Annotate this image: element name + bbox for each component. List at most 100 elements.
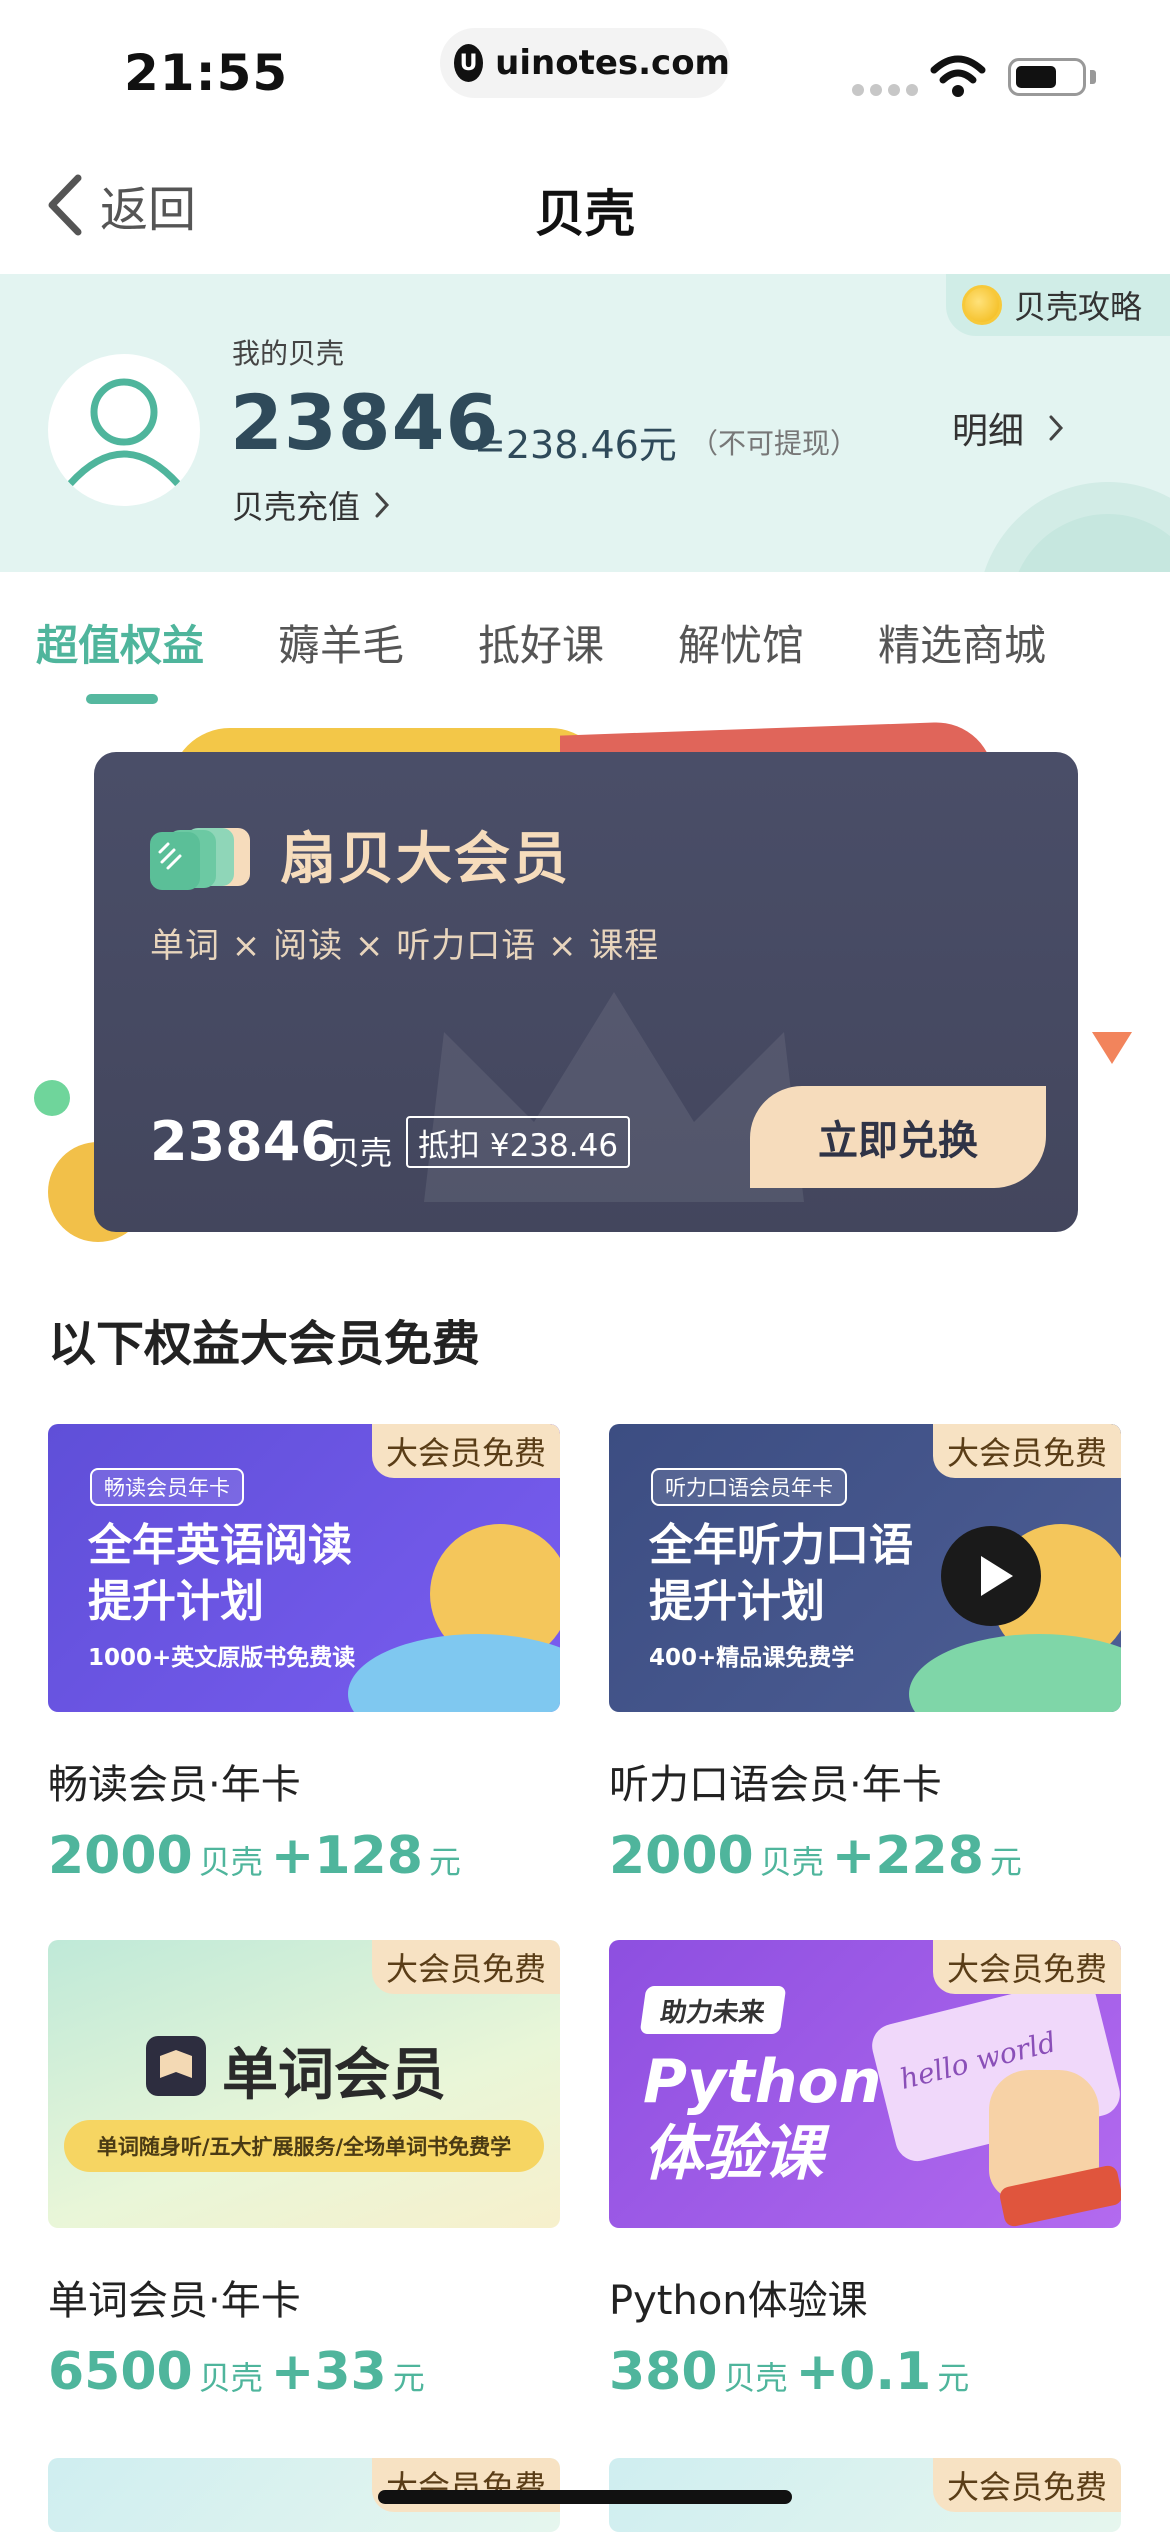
thumb-title: 全年听力口语 提升计划 [649,1518,913,1630]
url-text: uinotes.com [495,43,730,83]
tab-value-benefits[interactable]: 超值权益 [36,612,204,673]
shell-fan-icon [150,828,250,890]
battery-icon [1008,58,1086,96]
product-card[interactable]: 听力口语会员年卡 全年听力口语 提升计划 400+精品课免费学 大会员免费 听力… [609,1424,1121,1886]
thumb-subtitle: 1000+英文原版书免费读 [88,1645,356,1671]
battery-nub [1090,70,1096,84]
thumb-title: 单词会员 [222,2043,446,2108]
price-yuan: 228 [875,1826,984,1886]
decor-wave [909,1634,1121,1712]
thumb-chip: 听力口语会员年卡 [651,1468,847,1506]
cellular-signal-icon [852,84,918,96]
coin-icon [962,285,1002,325]
home-indicator [378,2490,792,2504]
price-shells: 6500 [48,2342,193,2402]
recharge-label: 贝壳充值 [232,488,361,526]
thumb-title-line: 体验课 [643,2119,823,2189]
price-yuan-unit: 元 [937,2359,970,2397]
product-name: 单词会员·年卡 [48,2278,301,2324]
thumb-title-line: 全年听力口语 [649,1520,913,1571]
vip-points: 23846 [150,1110,338,1173]
tab-indicator [86,694,158,704]
price-yuan-unit: 元 [428,1843,461,1881]
guide-label: 贝壳攻略 [1014,288,1143,326]
tab-courses[interactable]: 抵好课 [478,612,604,673]
price-shells: 380 [609,2342,718,2402]
product-thumbnail: 畅读会员年卡 全年英语阅读 提升计划 1000+英文原版书免费读 大会员免费 [48,1424,560,1712]
play-icon [941,1526,1041,1626]
decor-wave [348,1634,560,1712]
section-title: 以下权益大会员免费 [48,1316,481,1372]
product-name: Python体验课 [609,2278,868,2324]
chevron-right-icon [1049,415,1064,441]
chevron-right-icon [375,492,390,518]
product-card[interactable]: 畅读会员年卡 全年英语阅读 提升计划 1000+英文原版书免费读 大会员免费 畅… [48,1424,560,1886]
nav-bar: 返回 贝壳 [0,140,1170,274]
product-price: 2000 贝壳 + 228 元 [609,1826,1121,1886]
price-shell-unit: 贝壳 [198,2359,263,2397]
detail-label: 明细 [952,411,1025,452]
detail-link[interactable]: 明细 [952,402,1064,454]
thumb-chip: 助力未来 [639,1986,787,2034]
guide-button[interactable]: 贝壳攻略 [946,274,1170,336]
price-plus: + [270,1826,315,1886]
withdraw-note: （不可提现） [690,427,859,460]
product-price: 2000 贝壳 + 128 元 [48,1826,560,1886]
word-book-icon [146,2036,206,2096]
tab-deals[interactable]: 薅羊毛 [278,612,404,673]
price-shell-unit: 贝壳 [759,1843,824,1881]
tab-mall[interactable]: 精选商城 [878,612,1046,673]
product-price: 6500 贝壳 + 33 元 [48,2342,560,2402]
redeem-button[interactable]: 立即兑换 [750,1086,1046,1188]
price-shell-unit: 贝壳 [723,2359,788,2397]
url-pill[interactable]: U uinotes.com [440,28,730,98]
product-name: 畅读会员·年卡 [48,1762,301,1808]
vip-title: 扇贝大会员 [280,827,570,892]
price-yuan: 33 [314,2342,387,2402]
thumb-title-line: Python [643,2047,882,2117]
status-bar: 21:55 U uinotes.com [0,0,1170,140]
product-price: 380 贝壳 + 0.1 元 [609,2342,1121,2402]
product-thumbnail: 听力口语会员年卡 全年听力口语 提升计划 400+精品课免费学 大会员免费 [609,1424,1121,1712]
product-name: 听力口语会员·年卡 [609,1762,942,1808]
price-yuan: 128 [314,1826,423,1886]
balance-equivalent: =238.46元 [474,423,677,467]
avatar[interactable] [48,354,200,506]
wallet-header: 贝壳攻略 我的贝壳 23846 =238.46元 （不可提现） 贝壳充值 明细 [0,274,1170,572]
vip-free-badge: 大会员免费 [932,2458,1121,2512]
product-card[interactable]: 单词会员 单词随身听/五大扩展服务/全场单词书免费学 大会员免费 单词会员·年卡… [48,1940,560,2402]
recharge-link[interactable]: 贝壳充值 [232,482,390,528]
status-time: 21:55 [124,44,289,102]
price-plus: + [270,2342,315,2402]
vip-deduct-tag: 抵扣 ¥238.46 [406,1116,631,1168]
price-yuan-unit: 元 [392,2359,425,2397]
thumb-title-line: 全年英语阅读 [88,1520,352,1571]
vip-free-badge: 大会员免费 [932,1940,1121,1994]
wifi-icon [930,55,986,97]
category-tabs: 超值权益 薅羊毛 抵好课 解忧馆 精选商城 [0,572,1170,706]
user-icon [66,378,182,488]
price-shells: 2000 [609,1826,754,1886]
thumb-title: 全年英语阅读 提升计划 [88,1518,352,1630]
price-yuan-unit: 元 [989,1843,1022,1881]
price-yuan: 0.1 [839,2342,932,2402]
vip-subtitle: 单词 × 阅读 × 听力口语 × 课程 [150,926,660,966]
vip-free-badge: 大会员免费 [932,1424,1121,1478]
price-plus: + [795,2342,840,2402]
product-thumbnail: 单词会员 单词随身听/五大扩展服务/全场单词书免费学 大会员免费 [48,1940,560,2228]
product-card[interactable]: hello world 助力未来 Python 体验课 大会员免费 Python… [609,1940,1121,2402]
vip-banner: 扇贝大会员 单词 × 阅读 × 听力口语 × 课程 23846 贝壳 抵扣 ¥2… [0,706,1170,1266]
decor-triangle [1092,1032,1132,1064]
thumb-chip: 畅读会员年卡 [90,1468,244,1506]
vip-free-badge: 大会员免费 [371,1424,560,1478]
shell-balance: 23846 [230,378,500,467]
thumb-subtitle: 400+精品课免费学 [649,1645,855,1671]
my-shells-label: 我的贝壳 [232,337,345,370]
vip-free-badge: 大会员免费 [371,1940,560,1994]
page-title: 贝壳 [535,185,635,243]
thumb-title-line: 提升计划 [649,1576,825,1627]
vip-points-unit: 贝壳 [328,1134,393,1172]
vip-card[interactable]: 扇贝大会员 单词 × 阅读 × 听力口语 × 课程 23846 贝壳 抵扣 ¥2… [94,752,1078,1232]
tab-relief[interactable]: 解忧馆 [678,612,804,673]
decor-dot-green [34,1080,70,1116]
